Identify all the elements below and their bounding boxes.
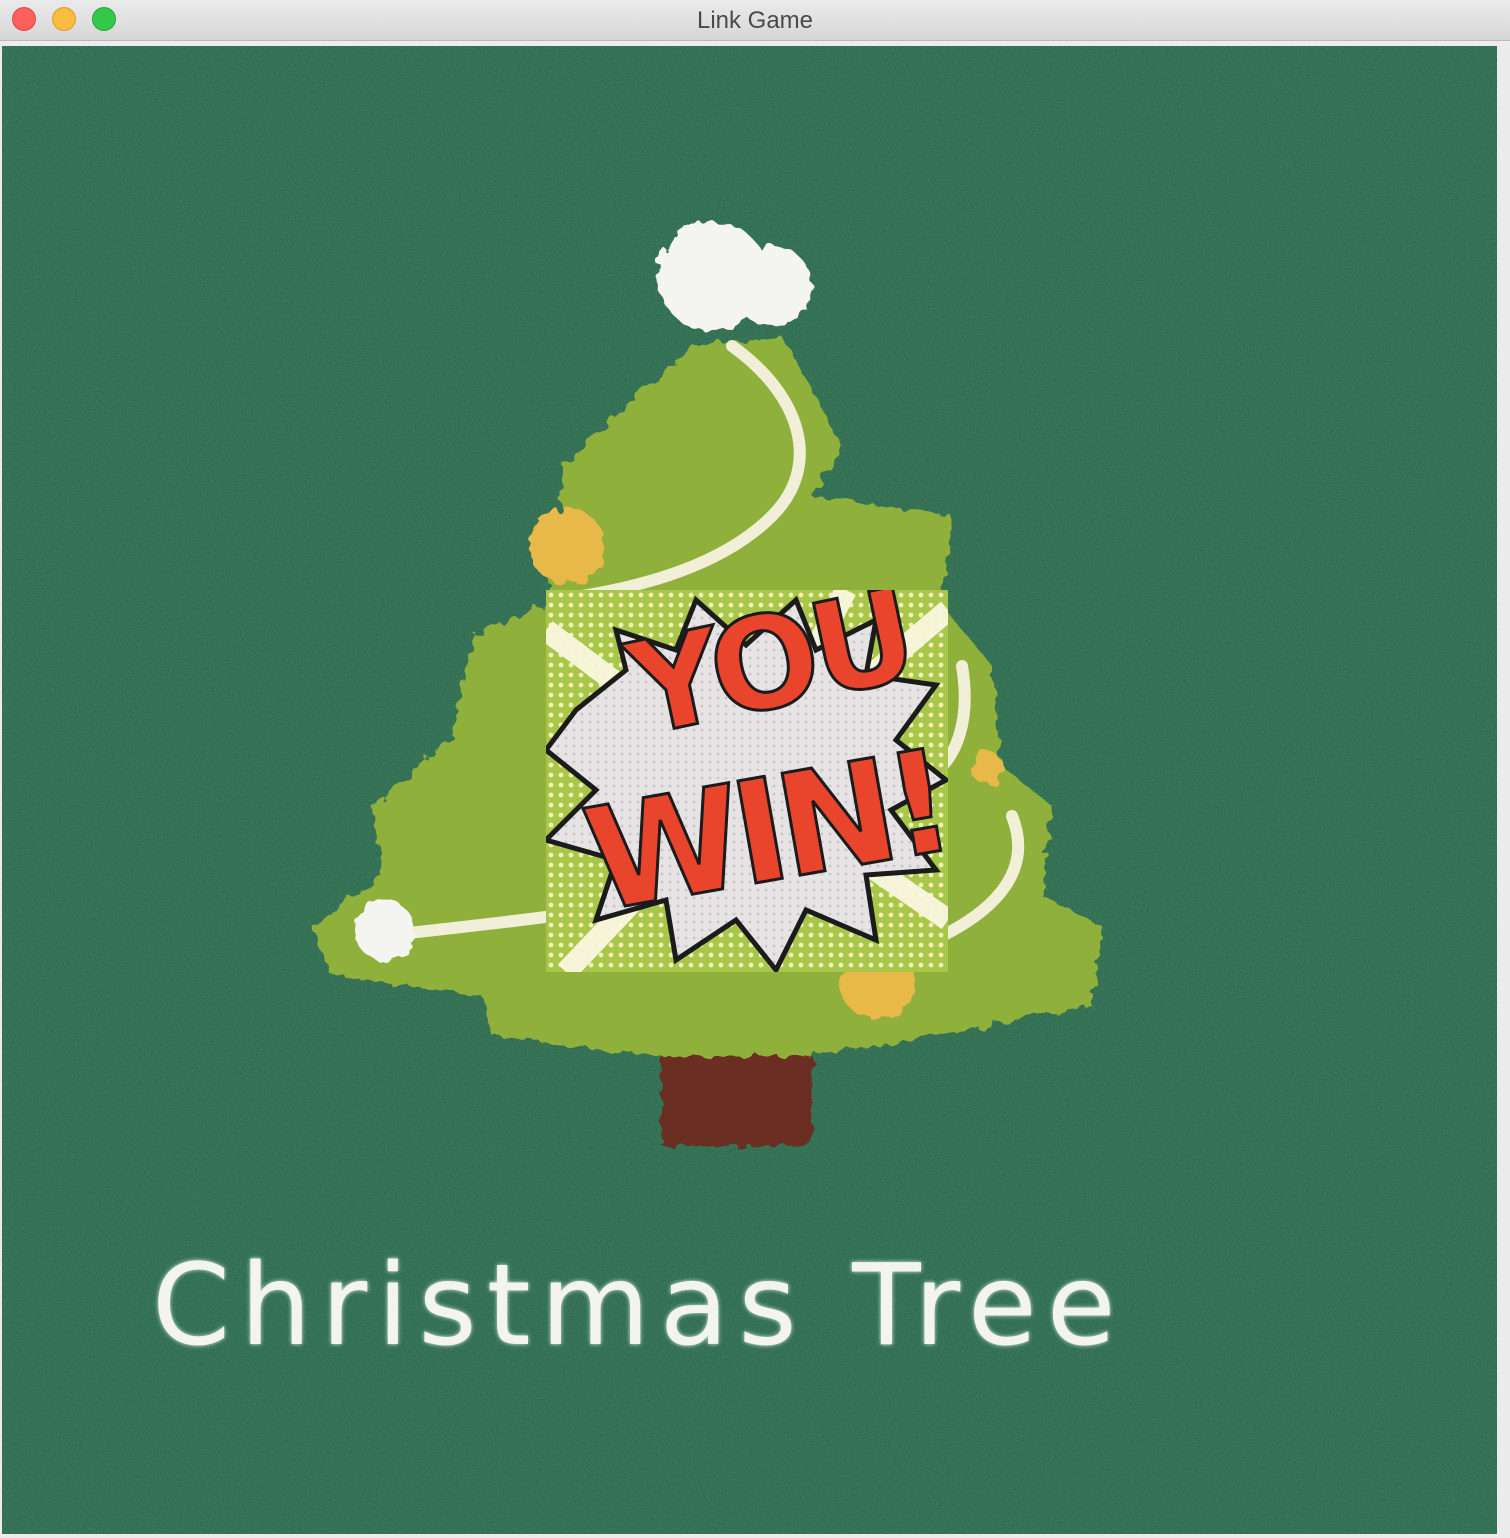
picture-caption: Christmas Tree [152, 1241, 1126, 1371]
window-title: Link Game [696, 7, 814, 34]
game-window: Link Game Christmas Tree YOU WIN!!! [0, 0, 1510, 1538]
title-bar: Link Game [0, 0, 1510, 41]
you-win-banner: YOU WIN!!! [546, 590, 948, 972]
game-board[interactable]: Christmas Tree YOU WIN!!! [2, 46, 1497, 1534]
